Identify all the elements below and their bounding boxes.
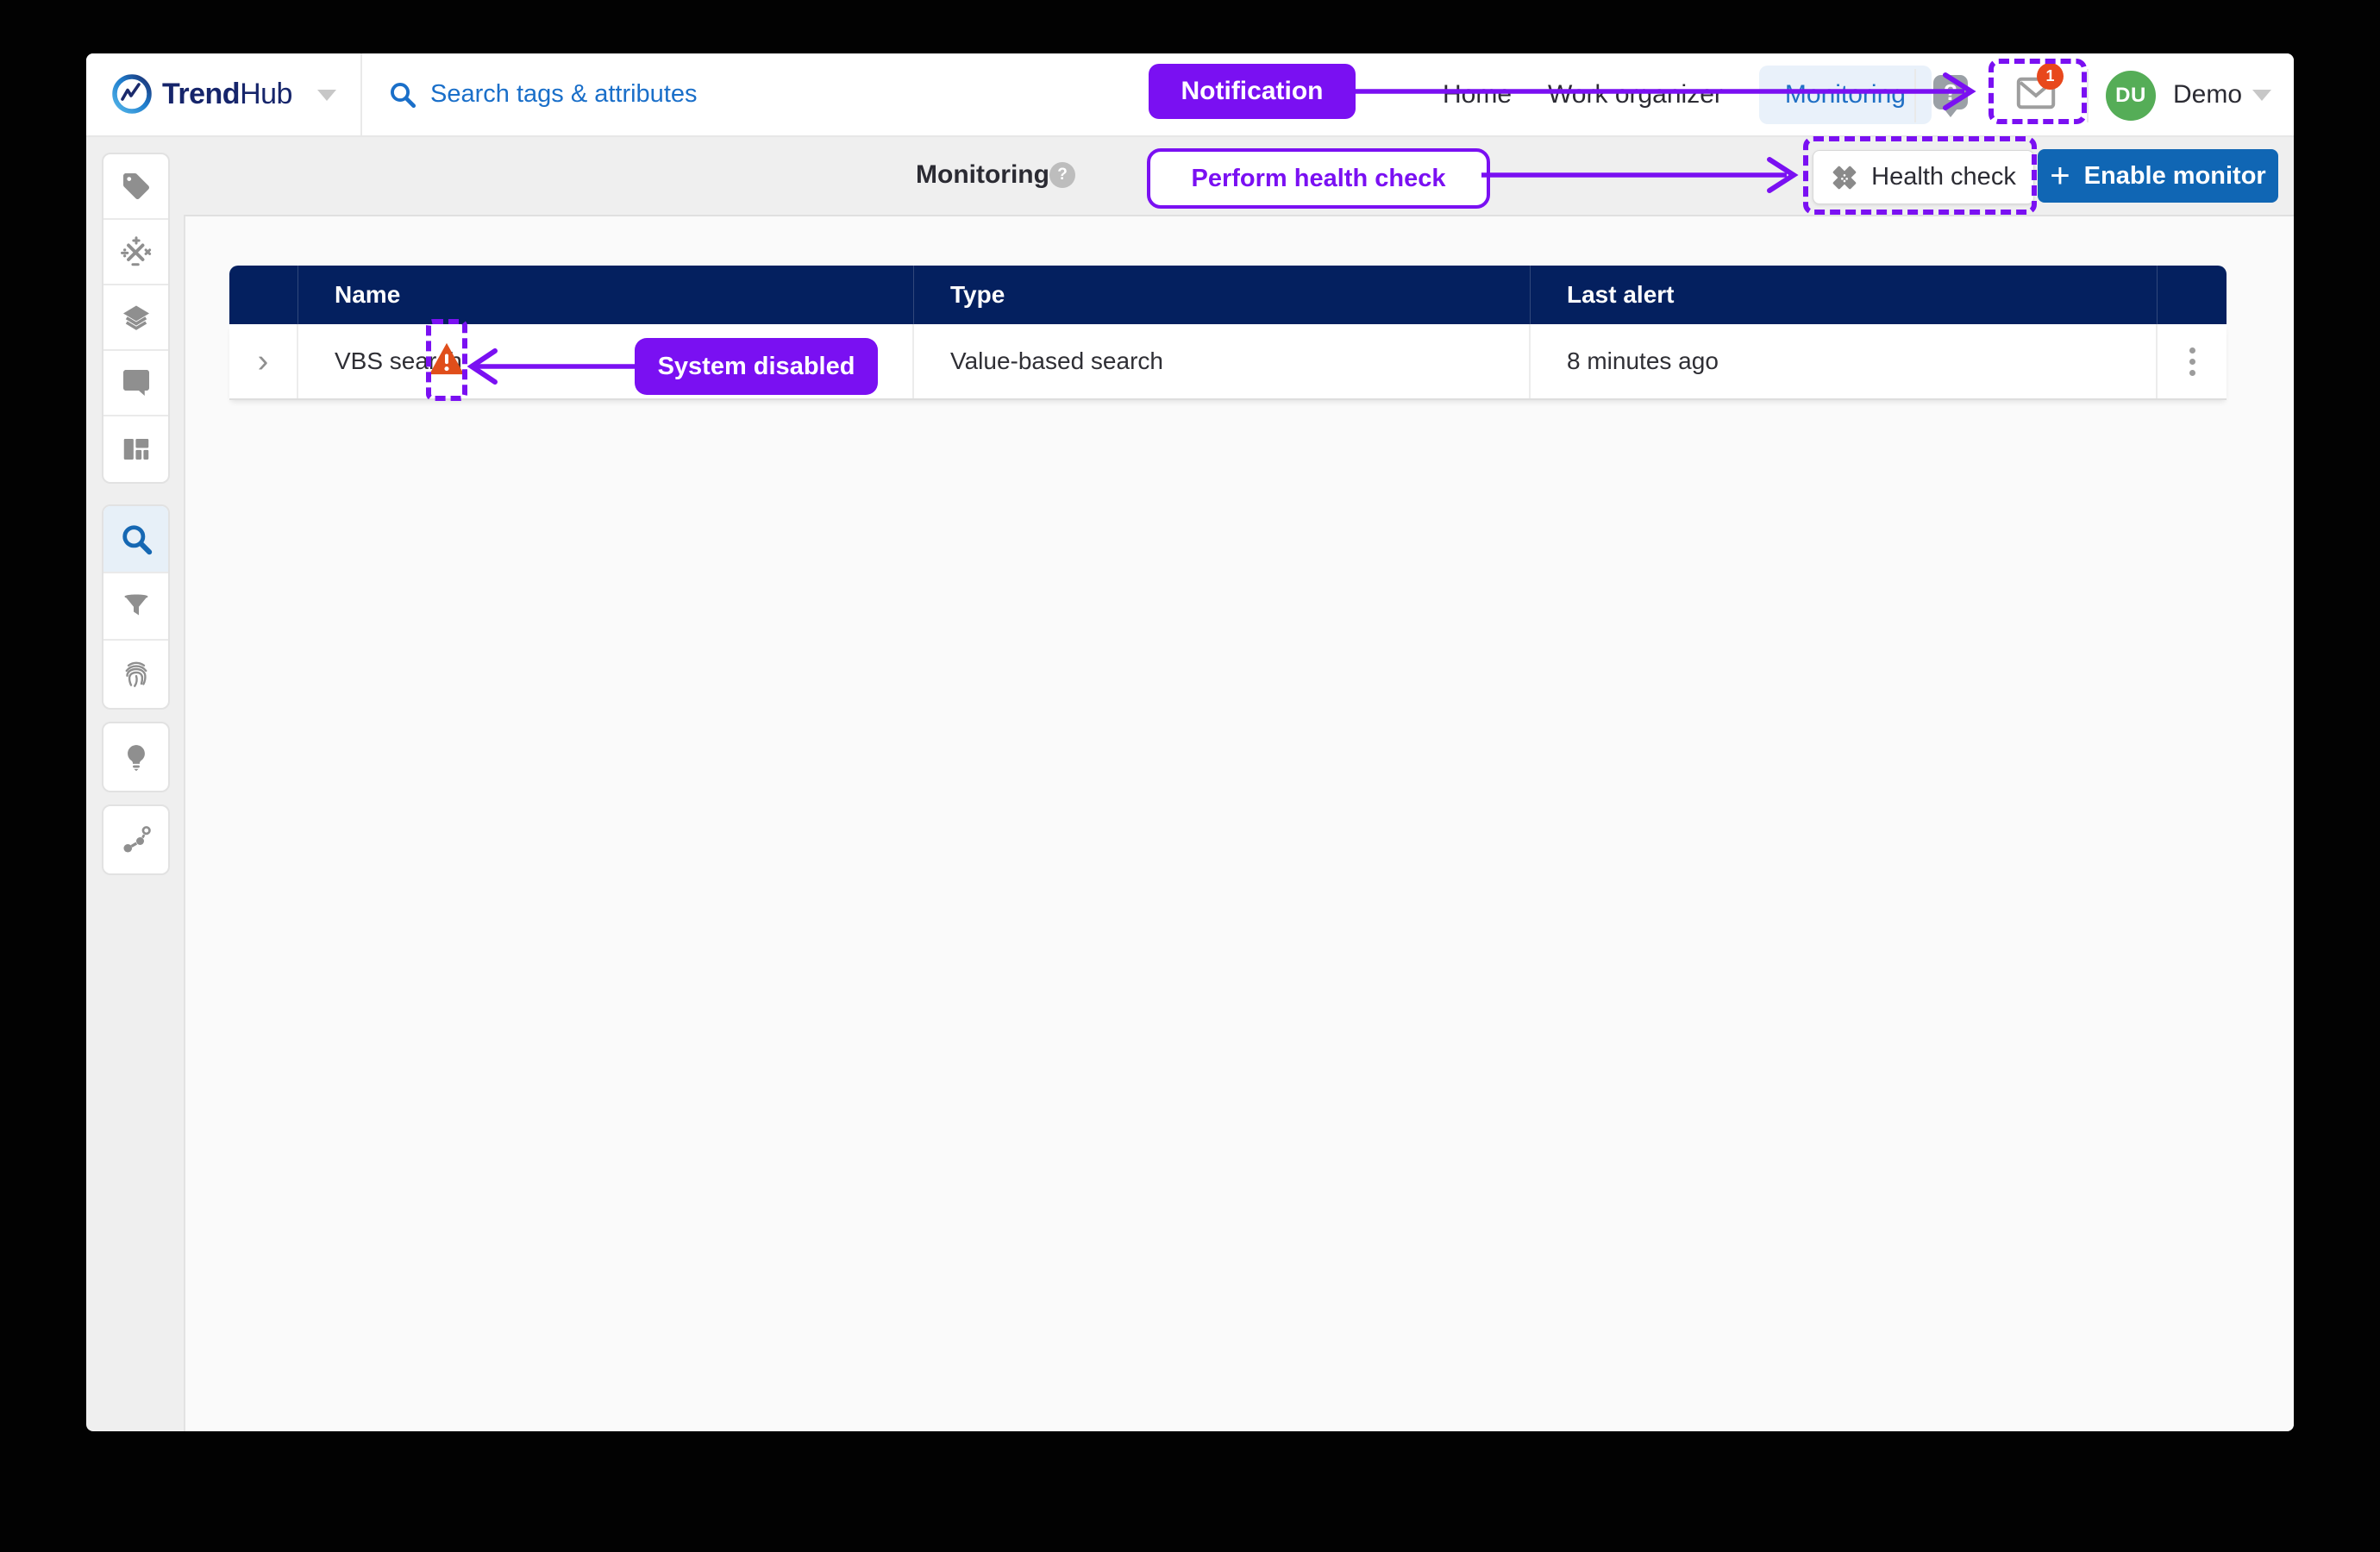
annotation-perform-health-check: Perform health check	[1147, 148, 1490, 209]
row-menu-button[interactable]	[2158, 324, 2227, 398]
system-disabled-arrow	[466, 342, 638, 391]
col-header-last-alert[interactable]: Last alert	[1531, 266, 2158, 324]
sidebar-item-search[interactable]	[103, 506, 168, 573]
sidebar-item-filter[interactable]	[103, 573, 168, 641]
sidebar-item-ideas[interactable]	[103, 723, 168, 791]
cell-last-alert: 8 minutes ago	[1531, 324, 2158, 398]
row-expander[interactable]: ›	[229, 324, 298, 398]
annotation-system-disabled: System disabled	[635, 338, 878, 395]
context-graph-icon	[121, 824, 152, 855]
formulas-icon	[121, 236, 152, 267]
sidebar-item-tags[interactable]	[103, 154, 168, 220]
comment-icon	[121, 367, 152, 398]
col-header-expander	[229, 266, 298, 324]
sidebar-item-context-graph[interactable]	[103, 806, 168, 873]
topbar-divider-1	[360, 53, 362, 135]
sidebar-item-comments[interactable]	[103, 351, 168, 416]
page-title: Monitoring	[916, 135, 1049, 215]
sidebar-group-4	[102, 804, 170, 875]
brand-caret-icon[interactable]	[317, 90, 336, 101]
user-name[interactable]: Demo	[2173, 53, 2242, 135]
tag-icon	[121, 171, 152, 202]
screenshot-stage: TrendHub Search tags & attributes Home W…	[0, 0, 2380, 1552]
trendhub-logo-icon	[111, 73, 153, 115]
cell-type: Value-based search	[914, 324, 1531, 398]
avatar[interactable]: DU	[2106, 71, 2156, 121]
search-bar[interactable]: Search tags & attributes	[388, 53, 698, 135]
col-header-actions	[2158, 266, 2227, 324]
annotation-notification: Notification	[1149, 64, 1356, 119]
dashed-box-mail	[1989, 59, 2087, 124]
dashed-box-warning	[426, 319, 467, 401]
dashed-box-health-check	[1803, 136, 2037, 215]
page-title-help-icon[interactable]: ?	[1049, 162, 1075, 188]
sidebar-item-fingerprint[interactable]	[103, 641, 168, 708]
search-icon	[388, 80, 416, 109]
health-check-arrow	[1480, 151, 1813, 199]
fingerprint-icon	[121, 659, 152, 690]
lightbulb-icon	[122, 742, 151, 772]
sidebar-group-2	[102, 504, 170, 710]
col-header-type[interactable]: Type	[914, 266, 1531, 324]
col-header-name[interactable]: Name	[298, 266, 914, 324]
layers-icon	[121, 302, 152, 333]
sidebar-item-dashboard[interactable]	[103, 416, 168, 482]
enable-monitor-button[interactable]: + Enable monitor	[2038, 149, 2278, 203]
filter-icon	[121, 591, 152, 622]
sidebar-group-3	[102, 722, 170, 792]
app-window: TrendHub Search tags & attributes Home W…	[86, 53, 2294, 1431]
search-placeholder: Search tags & attributes	[430, 80, 698, 109]
brand-name: TrendHub	[162, 53, 292, 135]
dashboard-icon	[121, 434, 152, 465]
topbar-divider-3	[2087, 69, 2089, 122]
search-tool-icon	[120, 523, 153, 555]
sidebar-group-1	[102, 153, 170, 484]
sidebar-item-layers[interactable]	[103, 285, 168, 351]
enable-monitor-label: Enable monitor	[2084, 162, 2266, 191]
table-header-row: Name Type Last alert	[229, 266, 2227, 324]
sidebar-item-formulas[interactable]	[103, 220, 168, 285]
notification-arrow	[1347, 67, 1994, 116]
user-caret-icon[interactable]	[2252, 90, 2271, 101]
kebab-icon	[2189, 347, 2195, 376]
